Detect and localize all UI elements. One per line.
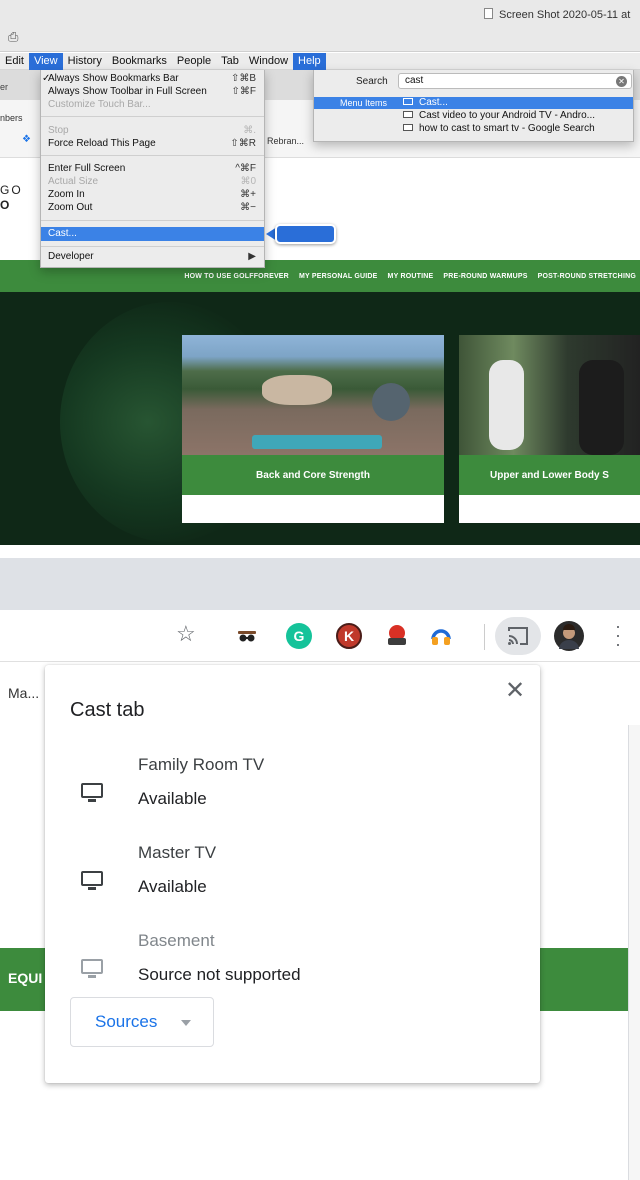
card-caption: Back and Core Strength (182, 455, 444, 495)
menu-bookmarks[interactable]: Bookmarks (107, 53, 172, 70)
cast-sink-master-tv[interactable]: Master TV Available (45, 843, 540, 927)
help-category-label: Menu Items (340, 98, 388, 108)
headphones-extension-icon[interactable] (428, 623, 454, 649)
sink-status: Source not supported (138, 965, 301, 984)
menu-item-show-toolbar-fullscreen[interactable]: Always Show Toolbar in Full Screen ⇧⌘F (41, 86, 264, 98)
help-search-label: Search (356, 76, 388, 87)
sink-status: Available (138, 789, 207, 808)
tv-icon (81, 959, 103, 979)
menu-item-force-reload[interactable]: Force Reload This Page ⇧⌘R (41, 138, 264, 150)
submenu-arrow-icon: ▶ (248, 251, 256, 262)
help-search-input[interactable]: cast ✕ (398, 73, 632, 89)
close-icon[interactable]: ✕ (503, 679, 527, 703)
clear-search-icon[interactable]: ✕ (616, 76, 627, 87)
page-scrollbar[interactable] (628, 725, 640, 1180)
help-result-smart-tv[interactable]: how to cast to smart tv - Google Search (314, 123, 633, 135)
bookmark-star-icon[interactable]: ☆ (176, 621, 196, 647)
help-result-android-tv[interactable]: Cast video to your Android TV - Andro... (314, 110, 633, 122)
cast-sink-family-room-tv[interactable]: Family Room TV Available (45, 755, 540, 839)
cast-dialog-title: Cast tab (70, 699, 145, 721)
cast-icon (508, 627, 528, 645)
menu-item-developer[interactable]: Developer ▶ (41, 251, 264, 263)
nav-personal-guide[interactable]: MY PERSONAL GUIDE (299, 273, 378, 280)
k-extension-icon[interactable]: K (336, 623, 362, 649)
menu-separator (41, 116, 264, 117)
nav-pre-round[interactable]: PRE-ROUND WARMUPS (443, 273, 527, 280)
screenshot-title: Screen Shot 2020-05-11 at (484, 8, 630, 21)
card-back-core[interactable]: Back and Core Strength (182, 335, 444, 523)
menu-window[interactable]: Window (244, 53, 293, 70)
tv-icon (81, 871, 103, 891)
menu-separator (41, 246, 264, 247)
chrome-toolbar: ☆ G K · · · (0, 610, 640, 662)
menu-item-show-bookmarks-bar[interactable]: ✓ Always Show Bookmarks Bar ⇧⌘B (41, 73, 264, 85)
sink-status: Available (138, 877, 207, 896)
cast-toolbar-button[interactable] (495, 617, 541, 655)
profile-avatar[interactable] (554, 621, 584, 651)
bookmark-fragment[interactable]: Ma... (8, 685, 39, 701)
pointer-arrow-icon (266, 224, 336, 244)
help-menu-dropdown: Search cast ✕ Menu Items Cast... Cast vi… (313, 70, 634, 142)
menu-item-zoom-out[interactable]: Zoom Out ⌘− (41, 202, 264, 214)
dropbox-icon[interactable]: ❖ (22, 134, 31, 145)
sink-name: Basement (138, 931, 215, 950)
cast-dialog: Cast tab ✕ Family Room TV Available Mast… (45, 665, 540, 1083)
view-menu-dropdown: ✓ Always Show Bookmarks Bar ⇧⌘B Always Sho… (40, 70, 265, 268)
nav-post-round[interactable]: POST-ROUND STRETCHING (538, 273, 636, 280)
dropdown-caret-icon (181, 1020, 191, 1026)
menu-help[interactable]: Help (293, 52, 326, 70)
menu-item-cast[interactable]: Cast... (41, 227, 264, 241)
card-photo (459, 335, 640, 455)
document-icon (484, 8, 493, 19)
menu-item-zoom-in[interactable]: Zoom In ⌘+ (41, 189, 264, 201)
share-icon[interactable]: ⎙ (8, 29, 22, 45)
site-logo[interactable]: GO O (0, 183, 23, 213)
menu-history[interactable]: History (63, 53, 107, 70)
incognito-extension-icon[interactable] (234, 623, 260, 649)
top-screenshot: ⎙ Screen Shot 2020-05-11 at Edit View Hi… (0, 0, 640, 545)
sink-name: Master TV (138, 843, 217, 862)
sources-label: Sources (95, 1012, 158, 1031)
menu-item-stop: Stop ⌘. (48, 125, 256, 136)
tab-fragment[interactable]: er (0, 82, 8, 92)
menu-edit[interactable]: Edit (0, 53, 29, 70)
sources-dropdown-button[interactable]: Sources (70, 997, 214, 1047)
sink-name: Family Room TV (138, 755, 265, 774)
webpage-icon (403, 124, 413, 131)
card-photo (182, 335, 444, 455)
menu-view[interactable]: View (28, 52, 63, 70)
menu-item-actual-size: Actual Size ⌘0 (48, 176, 256, 187)
help-result-cast[interactable]: Menu Items Cast... (314, 97, 633, 109)
bookmark-rebrand[interactable]: Rebran... (267, 136, 304, 146)
bottom-screenshot: ☆ G K · · · Ma... EQUI Cast tab ✕ Family R… (0, 558, 640, 1180)
menu-separator (41, 220, 264, 221)
grammarly-icon[interactable]: G (286, 623, 312, 649)
menu-tab[interactable]: Tab (216, 53, 244, 70)
nav-my-routine[interactable]: MY ROUTINE (388, 273, 434, 280)
bookmark-fragment[interactable]: nbers (0, 113, 23, 123)
card-upper-lower[interactable]: Upper and Lower Body S (459, 335, 640, 523)
menu-separator (41, 155, 264, 156)
toolbar-divider (484, 624, 485, 650)
menu-people[interactable]: People (172, 53, 216, 70)
menu-item-icon (403, 98, 413, 105)
window-titlebar: ⎙ Screen Shot 2020-05-11 at (0, 0, 640, 52)
site-hero: Back and Core Strength Upper and Lower B… (0, 292, 640, 545)
card-caption: Upper and Lower Body S (459, 455, 640, 495)
menu-item-customize-touch-bar: Customize Touch Bar... (48, 99, 151, 110)
menu-item-enter-full-screen[interactable]: Enter Full Screen ^⌘F (41, 163, 264, 175)
webpage-icon (403, 111, 413, 118)
tv-icon (81, 783, 103, 803)
checkmark-icon: ✓ (42, 73, 51, 84)
seo-extension-icon[interactable] (384, 623, 410, 649)
chrome-tabstrip (0, 558, 640, 610)
nav-how-to-use[interactable]: HOW TO USE GOLFFOREVER (184, 273, 289, 280)
mac-menubar: Edit View History Bookmarks People Tab W… (0, 52, 640, 70)
chrome-menu-icon[interactable]: · · · (614, 617, 622, 653)
